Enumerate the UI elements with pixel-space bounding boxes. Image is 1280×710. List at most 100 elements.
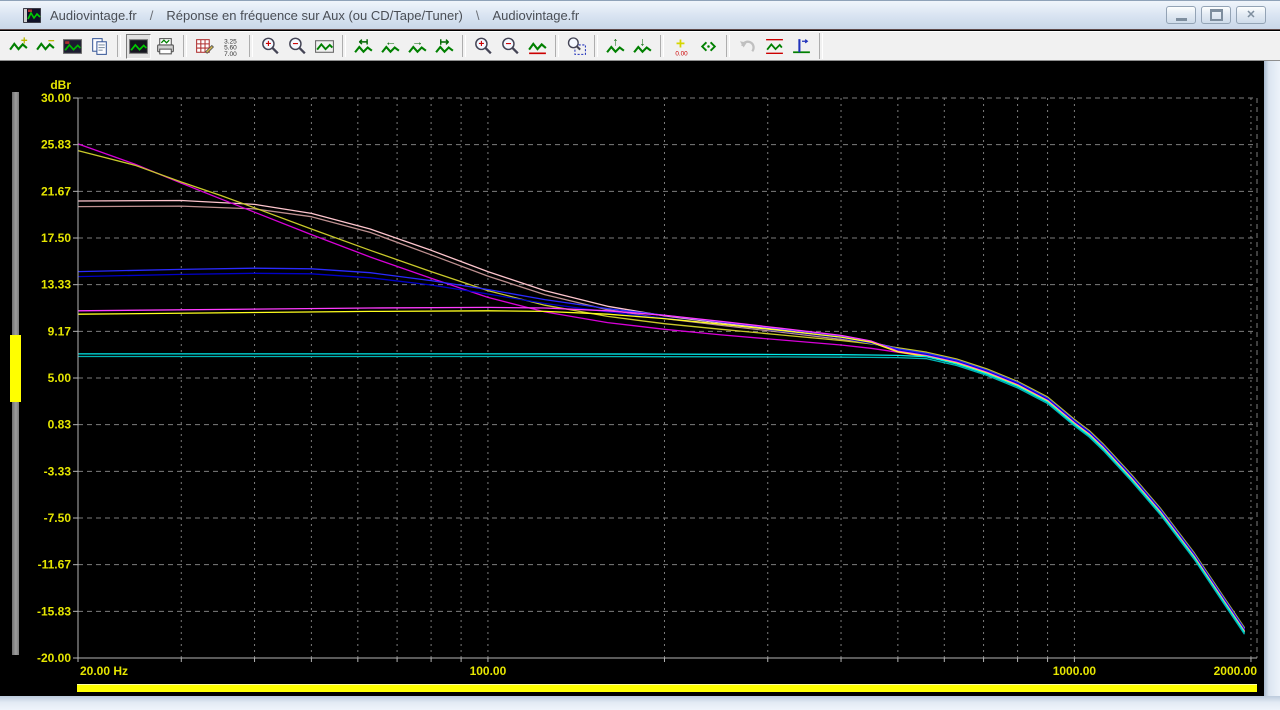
show-values-list-icon: 3.255.607.00 [221, 36, 242, 57]
toolbar-separator [726, 35, 730, 57]
impulse-view-button[interactable] [789, 34, 814, 59]
scroll-to-end-button[interactable]: ↦ [432, 34, 457, 59]
y-tick-label: -7.50 [44, 511, 72, 525]
center-cursor-icon [698, 36, 719, 57]
y-tick-label: 30.00 [41, 91, 71, 105]
save-graph-button[interactable] [60, 34, 85, 59]
remove-curve-icon: − [35, 36, 56, 57]
y-tick-label: -3.33 [44, 464, 72, 478]
show-graph-icon [128, 36, 149, 57]
application-window: Audiovintage.fr / Réponse en fréquence s… [0, 0, 1280, 710]
zoom-selection-button[interactable] [564, 34, 589, 59]
show-values-list-button[interactable]: 3.255.607.00 [219, 34, 244, 59]
zoom-out-horizontal-icon: − [287, 36, 308, 57]
scroll-right-button[interactable]: → [405, 34, 430, 59]
svg-text:→: → [412, 36, 424, 48]
print-graph-icon [155, 36, 176, 57]
toolbar-separator [117, 35, 121, 57]
y-tick-label: 9.17 [48, 324, 72, 338]
zoom-out-vertical-icon: − [500, 36, 521, 57]
toolbar-separator [594, 35, 598, 57]
title-separator: / [150, 8, 154, 23]
title-bar: Audiovintage.fr / Réponse en fréquence s… [0, 0, 1280, 30]
fit-vertical-button[interactable] [525, 34, 550, 59]
close-button[interactable]: ✕ [1236, 6, 1266, 24]
shift-curve-up-icon: ↑ [605, 36, 626, 57]
scroll-to-end-icon: ↦ [434, 36, 455, 57]
svg-text:−: − [505, 39, 511, 50]
remove-curve-button[interactable]: − [33, 34, 58, 59]
title-app-name-2: Audiovintage.fr [493, 8, 580, 23]
zoom-out-vertical-button[interactable]: − [498, 34, 523, 59]
svg-text:↦: ↦ [440, 36, 450, 48]
show-graph-button[interactable] [126, 34, 151, 59]
scroll-to-start-button[interactable]: ↤ [351, 34, 376, 59]
y-axis-unit: dBr [50, 78, 71, 92]
zoom-in-vertical-button[interactable]: + [471, 34, 496, 59]
svg-text:+: + [21, 36, 28, 47]
app-icon [23, 8, 41, 23]
save-graph-icon [62, 36, 83, 57]
toolbar-separator [819, 33, 823, 59]
window-bottom-border [0, 696, 1280, 710]
svg-text:↑: ↑ [613, 36, 619, 48]
minimize-icon [1176, 18, 1187, 21]
y-tick-label: -11.67 [38, 558, 72, 572]
undo-button[interactable] [735, 34, 760, 59]
svg-text:+: + [265, 39, 271, 50]
fit-vertical-icon [527, 36, 548, 57]
copy-graph-button[interactable] [87, 34, 112, 59]
svg-text:↓: ↓ [640, 36, 646, 48]
horizontal-range-scrollbar[interactable] [77, 684, 1257, 692]
add-curve-icon: + [8, 36, 29, 57]
toolbar-separator [555, 35, 559, 57]
x-tick-label: 1000.00 [1053, 664, 1097, 678]
title-separator-2: \ [476, 8, 480, 23]
window-title: Audiovintage.fr / Réponse en fréquence s… [50, 8, 579, 23]
x-tick-label: 20.00 Hz [80, 664, 128, 678]
edit-data-table-button[interactable] [192, 34, 217, 59]
toolbar-separator [342, 35, 346, 57]
copy-graph-icon [89, 36, 110, 57]
minimize-button[interactable] [1166, 6, 1196, 24]
impulse-view-icon [791, 36, 812, 57]
show-limits-button[interactable] [762, 34, 787, 59]
scroll-left-button[interactable]: ← [378, 34, 403, 59]
cursor-readout-button[interactable]: +0.00 [669, 34, 694, 59]
maximize-button[interactable] [1201, 6, 1231, 24]
y-tick-label: -15.83 [37, 604, 71, 618]
toolbar: + − 3.255.607.00 + − ↤ ← → ↦ + − ↑ ↓ +0.00 [0, 31, 1280, 61]
svg-text:−: − [48, 36, 55, 47]
y-tick-label: -20.00 [37, 651, 71, 665]
fit-horizontal-button[interactable] [312, 34, 337, 59]
undo-icon [737, 36, 758, 57]
y-tick-label: 21.67 [41, 184, 71, 198]
y-tick-label: 5.00 [48, 371, 72, 385]
vertical-range-indicator[interactable] [10, 335, 21, 402]
svg-text:7.00: 7.00 [224, 50, 237, 56]
center-cursor-button[interactable] [696, 34, 721, 59]
scroll-to-start-icon: ↤ [353, 36, 374, 57]
x-tick-label: 2000.00 [1214, 664, 1258, 678]
frequency-response-chart: dBr30.0025.8321.6717.5013.339.175.000.83… [0, 61, 1265, 710]
add-curve-button[interactable]: + [6, 34, 31, 59]
close-icon: ✕ [1246, 10, 1255, 21]
show-limits-icon [764, 36, 785, 57]
svg-text:+: + [478, 39, 484, 50]
y-tick-label: 13.33 [41, 278, 71, 292]
cursor-readout-icon: +0.00 [671, 36, 692, 57]
svg-text:0.00: 0.00 [675, 50, 688, 57]
shift-curve-up-button[interactable]: ↑ [603, 34, 628, 59]
y-tick-label: 0.83 [48, 418, 72, 432]
print-graph-button[interactable] [153, 34, 178, 59]
zoom-selection-icon [566, 36, 587, 57]
y-tick-label: 25.83 [41, 138, 71, 152]
x-tick-label: 100.00 [470, 664, 507, 678]
zoom-out-horizontal-button[interactable]: − [285, 34, 310, 59]
zoom-in-horizontal-button[interactable]: + [258, 34, 283, 59]
svg-text:←: ← [385, 36, 397, 48]
shift-curve-down-button[interactable]: ↓ [630, 34, 655, 59]
title-app-name: Audiovintage.fr [50, 8, 137, 23]
fit-horizontal-icon [314, 36, 335, 57]
toolbar-separator [183, 35, 187, 57]
